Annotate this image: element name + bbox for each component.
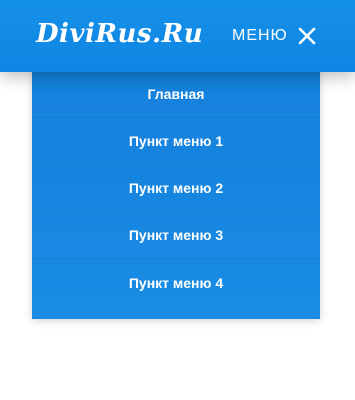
menu-item-1[interactable]: Пункт меню 1 [32,118,320,165]
menu-list: Главная Пункт меню 1 Пункт меню 2 Пункт … [32,56,320,306]
page: DiviRus.Ru МЕНЮ Главная Пункт меню 1 Пун… [0,0,355,400]
menu-item-3[interactable]: Пункт меню 3 [32,212,320,259]
site-logo[interactable]: DiviRus.Ru [36,16,203,52]
close-icon[interactable] [298,27,316,45]
dropdown-menu: Главная Пункт меню 1 Пункт меню 2 Пункт … [32,56,320,319]
menu-item-home[interactable]: Главная [32,71,320,118]
menu-item-2[interactable]: Пункт меню 2 [32,165,320,212]
menu-label: МЕНЮ [232,27,288,44]
site-header: DiviRus.Ru МЕНЮ [0,0,355,72]
menu-item-4[interactable]: Пункт меню 4 [32,259,320,306]
menu-toggle-button[interactable]: МЕНЮ [232,22,316,50]
